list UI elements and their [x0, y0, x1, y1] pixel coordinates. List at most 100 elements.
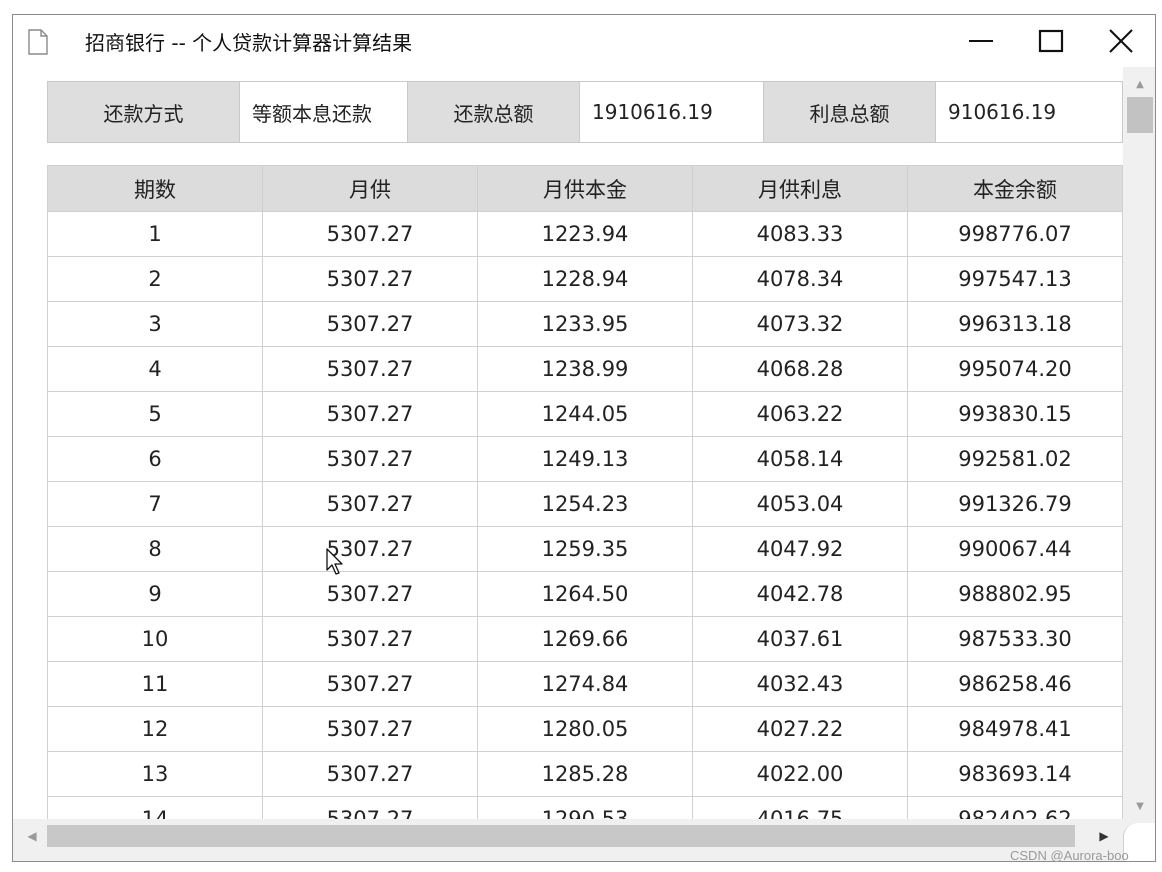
close-icon	[1109, 29, 1133, 53]
cell-monthly-interest: 4042.78	[692, 571, 908, 617]
cell-monthly-interest: 4063.22	[692, 391, 908, 437]
cell-period: 8	[47, 526, 263, 572]
repayment-schedule-table: 期数 月供 月供本金 月供利息 本金余额 1 5307.27 1223.94 4083…	[47, 165, 1123, 823]
cell-monthly-interest: 4068.28	[692, 346, 908, 392]
scroll-left-arrow-icon[interactable]: ◀	[17, 819, 47, 853]
cell-period: 6	[47, 436, 263, 482]
cell-period: 2	[47, 256, 263, 302]
total-repay-value: 1910616.19	[580, 82, 764, 142]
maximize-button[interactable]	[1023, 21, 1079, 61]
cell-monthly-principal: 1244.05	[477, 391, 693, 437]
title-bar[interactable]: 招商银行 -- 个人贷款计算器计算结果	[13, 15, 1155, 67]
cell-monthly-interest: 4058.14	[692, 436, 908, 482]
table-row[interactable]: 4 5307.27 1238.99 4068.28 995074.20	[47, 346, 1123, 392]
cell-monthly-payment: 5307.27	[262, 526, 478, 572]
cell-period: 12	[47, 706, 263, 752]
cell-monthly-payment: 5307.27	[262, 661, 478, 707]
cell-monthly-payment: 5307.27	[262, 256, 478, 302]
table-row[interactable]: 3 5307.27 1233.95 4073.32 996313.18	[47, 301, 1123, 347]
cell-monthly-payment: 5307.27	[262, 751, 478, 797]
table-row[interactable]: 8 5307.27 1259.35 4047.92 990067.44	[47, 526, 1123, 572]
cell-period: 7	[47, 481, 263, 527]
header-monthly-interest: 月供利息	[692, 165, 908, 212]
cell-period: 1	[47, 211, 263, 257]
cell-remaining-principal: 998776.07	[907, 211, 1123, 257]
table-row[interactable]: 12 5307.27 1280.05 4027.22 984978.41	[47, 706, 1123, 752]
vertical-scroll-thumb[interactable]	[1127, 97, 1153, 133]
cell-monthly-principal: 1254.23	[477, 481, 693, 527]
cell-monthly-payment: 5307.27	[262, 391, 478, 437]
summary-row: 还款方式 等额本息还款 还款总额 1910616.19 利息总额 910616.…	[47, 81, 1123, 143]
cell-period: 5	[47, 391, 263, 437]
scroll-down-arrow-icon[interactable]: ▼	[1123, 793, 1155, 819]
cell-monthly-principal: 1259.35	[477, 526, 693, 572]
cell-remaining-principal: 997547.13	[907, 256, 1123, 302]
cell-monthly-principal: 1269.66	[477, 616, 693, 662]
watermark-text: CSDN @Aurora-boo	[1010, 848, 1129, 863]
cell-period: 11	[47, 661, 263, 707]
cell-remaining-principal: 987533.30	[907, 616, 1123, 662]
cell-period: 10	[47, 616, 263, 662]
close-button[interactable]	[1093, 21, 1149, 61]
table-row[interactable]: 10 5307.27 1269.66 4037.61 987533.30	[47, 616, 1123, 662]
cell-monthly-payment: 5307.27	[262, 481, 478, 527]
maximize-icon	[1038, 29, 1064, 53]
scroll-up-arrow-icon[interactable]: ▲	[1123, 71, 1155, 97]
cell-period: 9	[47, 571, 263, 617]
cell-period: 4	[47, 346, 263, 392]
cell-monthly-interest: 4078.34	[692, 256, 908, 302]
vertical-scrollbar[interactable]: ▲ ▼	[1123, 67, 1155, 823]
schedule-table-viewport[interactable]: 期数 月供 月供本金 月供利息 本金余额 1 5307.27 1223.94 4083…	[47, 165, 1123, 823]
cell-monthly-principal: 1238.99	[477, 346, 693, 392]
cell-monthly-payment: 5307.27	[262, 436, 478, 482]
cell-monthly-principal: 1264.50	[477, 571, 693, 617]
table-row[interactable]: 11 5307.27 1274.84 4032.43 986258.46	[47, 661, 1123, 707]
table-row[interactable]: 13 5307.27 1285.28 4022.00 983693.14	[47, 751, 1123, 797]
table-row[interactable]: 6 5307.27 1249.13 4058.14 992581.02	[47, 436, 1123, 482]
document-icon	[28, 29, 48, 55]
window-title: 招商银行 -- 个人贷款计算器计算结果	[85, 31, 413, 55]
cell-remaining-principal: 992581.02	[907, 436, 1123, 482]
cell-monthly-interest: 4053.04	[692, 481, 908, 527]
cell-monthly-principal: 1280.05	[477, 706, 693, 752]
cell-monthly-interest: 4037.61	[692, 616, 908, 662]
loan-result-window: 招商银行 -- 个人贷款计算器计算结果 还款方式 等额本息还款 还款总额 191…	[12, 14, 1156, 862]
cell-remaining-principal: 988802.95	[907, 571, 1123, 617]
table-row[interactable]: 1 5307.27 1223.94 4083.33 998776.07	[47, 211, 1123, 257]
header-monthly-payment: 月供	[262, 165, 478, 212]
cell-monthly-interest: 4047.92	[692, 526, 908, 572]
table-header-row: 期数 月供 月供本金 月供利息 本金余额	[47, 165, 1123, 212]
minimize-button[interactable]	[953, 21, 1009, 61]
cell-monthly-principal: 1228.94	[477, 256, 693, 302]
cell-period: 13	[47, 751, 263, 797]
cell-monthly-principal: 1274.84	[477, 661, 693, 707]
content-area: 还款方式 等额本息还款 还款总额 1910616.19 利息总额 910616.…	[13, 67, 1123, 823]
table-row[interactable]: 9 5307.27 1264.50 4042.78 988802.95	[47, 571, 1123, 617]
cell-remaining-principal: 993830.15	[907, 391, 1123, 437]
cell-monthly-interest: 4027.22	[692, 706, 908, 752]
table-row[interactable]: 2 5307.27 1228.94 4078.34 997547.13	[47, 256, 1123, 302]
cell-remaining-principal: 990067.44	[907, 526, 1123, 572]
mouse-cursor-icon	[326, 548, 343, 575]
cell-period: 3	[47, 301, 263, 347]
cell-remaining-principal: 996313.18	[907, 301, 1123, 347]
horizontal-scroll-thumb[interactable]	[47, 825, 1075, 847]
cell-monthly-payment: 5307.27	[262, 211, 478, 257]
table-row[interactable]: 5 5307.27 1244.05 4063.22 993830.15	[47, 391, 1123, 437]
cell-monthly-payment: 5307.27	[262, 616, 478, 662]
cell-remaining-principal: 991326.79	[907, 481, 1123, 527]
total-repay-label: 还款总额	[408, 82, 580, 142]
cell-remaining-principal: 983693.14	[907, 751, 1123, 797]
header-remaining-principal: 本金余额	[907, 165, 1123, 212]
table-row[interactable]: 7 5307.27 1254.23 4053.04 991326.79	[47, 481, 1123, 527]
horizontal-scrollbar[interactable]: ◀ ▶	[13, 819, 1123, 853]
cell-monthly-interest: 4022.00	[692, 751, 908, 797]
total-interest-value: 910616.19	[936, 82, 1122, 142]
cell-monthly-principal: 1223.94	[477, 211, 693, 257]
cell-remaining-principal: 986258.46	[907, 661, 1123, 707]
cell-monthly-interest: 4083.33	[692, 211, 908, 257]
cell-remaining-principal: 995074.20	[907, 346, 1123, 392]
minimize-icon	[969, 40, 993, 42]
cell-remaining-principal: 984978.41	[907, 706, 1123, 752]
cell-monthly-principal: 1285.28	[477, 751, 693, 797]
